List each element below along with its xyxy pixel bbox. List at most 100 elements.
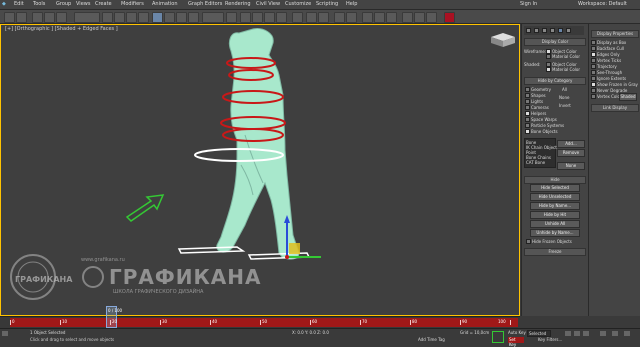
display-as-box-checkbox[interactable] (591, 40, 596, 45)
list-item[interactable]: CAT Bone (526, 160, 545, 165)
reference-coordinate-dropdown[interactable] (202, 12, 224, 23)
category-helpers-checkbox[interactable] (525, 111, 530, 116)
ignore-extents-checkbox[interactable] (591, 76, 596, 81)
none-list-button[interactable]: None (557, 162, 585, 170)
category-lights-checkbox[interactable] (525, 99, 530, 104)
menu-views[interactable]: Views (76, 1, 90, 7)
add-time-tag[interactable]: Add Time Tag (418, 337, 445, 342)
undo-icon[interactable] (4, 12, 15, 23)
vertex-ticks-checkbox[interactable] (591, 58, 596, 63)
freeze-rollout[interactable]: Freeze (524, 248, 586, 256)
link-icon[interactable] (32, 12, 43, 23)
auto-key-button[interactable]: Auto Key (508, 330, 526, 335)
spinner-snap-icon[interactable] (276, 12, 287, 23)
menu-animation[interactable]: Animation (152, 1, 178, 7)
rendered-frame-icon[interactable] (414, 12, 425, 23)
rectangular-selection-icon[interactable] (126, 12, 137, 23)
pivot-center-icon[interactable] (226, 12, 237, 23)
select-object-icon[interactable] (102, 12, 113, 23)
render-setup-icon[interactable] (402, 12, 413, 23)
window-crossing-icon[interactable] (138, 12, 149, 23)
select-and-move-icon[interactable] (152, 12, 163, 23)
category-list[interactable]: Bone IK Chain Object Point Bone Chains C… (524, 138, 557, 168)
angle-snap-icon[interactable] (252, 12, 263, 23)
backface-cull-checkbox[interactable] (591, 46, 596, 51)
key-selection-dropdown[interactable]: Selected (527, 330, 551, 337)
add-button[interactable]: Add... (557, 140, 585, 148)
menu-customize[interactable]: Customize (285, 1, 311, 7)
category-bone-objects-checkbox[interactable] (525, 129, 530, 134)
hide-frozen-checkbox[interactable] (526, 239, 531, 244)
unhide-by-name-button[interactable]: Unhide by Name... (530, 229, 580, 237)
pan-icon[interactable] (624, 331, 630, 336)
set-key-button[interactable]: Set Key (508, 337, 524, 347)
category-cameras-checkbox[interactable] (525, 105, 530, 110)
unhide-all-button[interactable]: Unhide All (530, 220, 580, 228)
workspace-selector[interactable]: Workspace: Default (578, 1, 627, 7)
ribbon-icon[interactable] (346, 12, 357, 23)
menu-create[interactable]: Create (95, 1, 112, 7)
snaps-toggle-icon[interactable] (240, 12, 251, 23)
remove-button[interactable]: Remove (557, 149, 585, 157)
unlink-icon[interactable] (44, 12, 55, 23)
select-by-name-icon[interactable] (114, 12, 125, 23)
curve-editor-icon[interactable] (362, 12, 373, 23)
shaded-button[interactable]: Shaded (619, 93, 637, 101)
time-slider-bar[interactable]: 0 / 100 0 10 20 30 40 50 60 70 80 90 100 (10, 306, 518, 328)
hide-selected-button[interactable]: Hide Selected (530, 184, 580, 192)
render-active-icon[interactable] (444, 12, 455, 23)
select-and-scale-icon[interactable] (176, 12, 187, 23)
material-editor-icon[interactable] (386, 12, 397, 23)
modify-tab-icon[interactable] (534, 28, 539, 33)
hide-rollout[interactable]: Hide (524, 176, 586, 184)
align-icon[interactable] (318, 12, 329, 23)
motion-tab-icon[interactable] (550, 28, 555, 33)
mirror-icon[interactable] (306, 12, 317, 23)
next-frame-icon[interactable] (574, 331, 580, 336)
menu-graph-editors[interactable]: Graph Editors (188, 1, 222, 7)
render-production-icon[interactable] (426, 12, 437, 23)
viewport-orthographic[interactable]: [+] [Orthographic ] [Shaded + Edged Face… (0, 24, 520, 316)
menu-group[interactable]: Group (56, 1, 71, 7)
select-and-place-icon[interactable] (188, 12, 199, 23)
prev-frame-icon[interactable] (583, 331, 589, 336)
hide-unselected-button[interactable]: Hide Unselected (530, 193, 580, 201)
category-geometry-checkbox[interactable] (525, 87, 530, 92)
show-frozen-gray-checkbox[interactable] (591, 82, 596, 87)
menu-rendering[interactable]: Rendering (225, 1, 251, 7)
display-color-rollout[interactable]: Display Color (524, 38, 586, 46)
shaded-material-color-radio[interactable] (546, 67, 551, 72)
display-tab-icon[interactable] (558, 28, 563, 33)
percent-snap-icon[interactable] (264, 12, 275, 23)
see-through-checkbox[interactable] (591, 70, 596, 75)
display-properties-rollout[interactable]: Display Properties (591, 30, 639, 38)
trajectory-checkbox[interactable] (591, 64, 596, 69)
category-shapes-checkbox[interactable] (525, 93, 530, 98)
key-filters-button[interactable]: Key Filters... (538, 337, 562, 342)
orbit-icon[interactable] (612, 331, 618, 336)
hide-by-category-rollout[interactable]: Hide by Category (524, 77, 586, 85)
bind-space-warp-icon[interactable] (56, 12, 67, 23)
zoom-extents-icon[interactable] (600, 331, 606, 336)
menu-help[interactable]: Help (346, 1, 357, 7)
schematic-view-icon[interactable] (374, 12, 385, 23)
category-space-warps-checkbox[interactable] (525, 117, 530, 122)
edges-only-checkbox[interactable] (591, 52, 596, 57)
menu-tools[interactable]: Tools (33, 1, 45, 7)
utilities-tab-icon[interactable] (566, 28, 571, 33)
menu-civil-view[interactable]: Civil View (256, 1, 280, 7)
create-tab-icon[interactable] (526, 28, 531, 33)
user-sign-in[interactable]: Sign In (520, 1, 537, 7)
redo-icon[interactable] (16, 12, 27, 23)
hierarchy-tab-icon[interactable] (542, 28, 547, 33)
menu-modifiers[interactable]: Modifiers (121, 1, 144, 7)
category-particle-systems-checkbox[interactable] (525, 123, 530, 128)
menu-edit[interactable]: Edit (14, 1, 24, 7)
selection-filter-dropdown[interactable] (74, 12, 100, 23)
menu-scripting[interactable]: Scripting (316, 1, 338, 7)
key-mode-icon[interactable] (492, 331, 504, 343)
vertex-colors-checkbox[interactable] (591, 94, 596, 99)
hide-by-name-button[interactable]: Hide by Name... (530, 202, 580, 210)
app-logo-icon[interactable]: ◆ (2, 1, 6, 7)
wireframe-material-color-radio[interactable] (546, 54, 551, 59)
